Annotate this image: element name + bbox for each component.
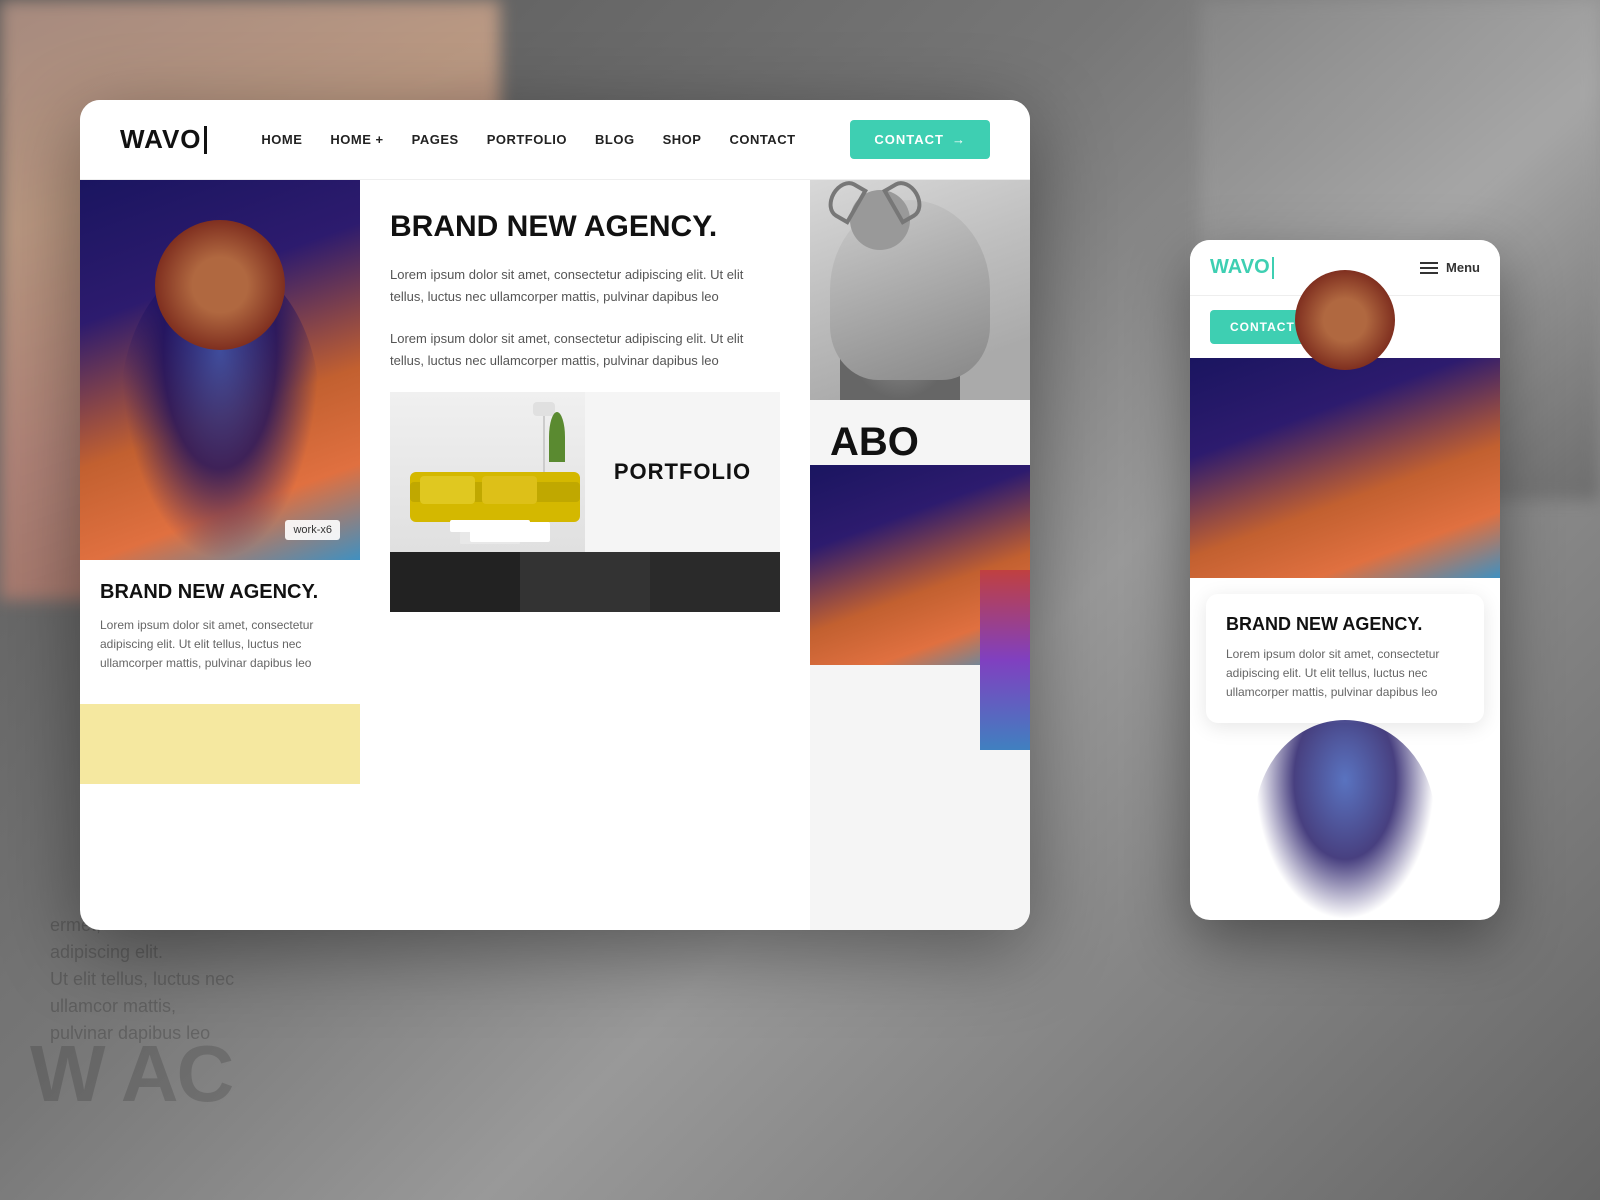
bg-sub3: Ut elit tellus, luctus nec xyxy=(50,969,234,990)
bg-sub2: adipiscing elit. xyxy=(50,942,234,963)
col-mid: BRAND NEW AGENCY. Lorem ipsum dolor sit … xyxy=(360,180,810,930)
left-bottom-content: BRAND NEW AGENCY. Lorem ipsum dolor sit … xyxy=(80,560,360,694)
bg-sub5: pulvinar dapibus leo xyxy=(50,1023,234,1044)
mobile-logo: WAVO xyxy=(1210,256,1274,279)
desktop-nav: WAVO HOME HOME + PAGES PORTFOLIO BLOG SH… xyxy=(80,100,1030,180)
nav-links: HOME HOME + PAGES PORTFOLIO BLOG SHOP CO… xyxy=(261,131,795,149)
grid-cell-2 xyxy=(520,552,650,612)
mobile-logo-cursor xyxy=(1272,257,1274,279)
left-brand-title: BRAND NEW AGENCY. xyxy=(100,580,340,604)
nav-item-shop[interactable]: SHOP xyxy=(663,131,702,149)
col-left: work-x6 BRAND NEW AGENCY. Lorem ipsum do… xyxy=(80,180,360,930)
desktop-content: work-x6 BRAND NEW AGENCY. Lorem ipsum do… xyxy=(80,180,1030,930)
bg-sub4: ullamcor mattis, xyxy=(50,996,234,1017)
logo-cursor xyxy=(204,126,207,154)
nav-item-home-plus[interactable]: HOME + xyxy=(330,131,383,149)
main-paragraph1: Lorem ipsum dolor sit amet, consectetur … xyxy=(390,264,780,308)
mobile-card-text: Lorem ipsum dolor sit amet, consectetur … xyxy=(1226,645,1464,703)
grid-cell-3 xyxy=(650,552,780,612)
mid-bottom-grid: PORTFOLIO xyxy=(390,392,780,552)
nav-item-contact[interactable]: CONTACT xyxy=(729,131,795,149)
about-partial-text: ABO xyxy=(810,400,1030,465)
left-yellow-block xyxy=(80,704,360,784)
nav-item-blog[interactable]: BLOG xyxy=(595,131,635,149)
desktop-mockup: WAVO HOME HOME + PAGES PORTFOLIO BLOG SH… xyxy=(80,100,1030,930)
sofa-image xyxy=(390,392,585,552)
main-title: BRAND NEW AGENCY. xyxy=(390,210,780,244)
desktop-logo: WAVO xyxy=(120,124,207,155)
nav-item-home[interactable]: HOME xyxy=(261,131,302,149)
work-badge: work-x6 xyxy=(285,520,340,540)
mobile-content-card: BRAND NEW AGENCY. Lorem ipsum dolor sit … xyxy=(1206,594,1484,723)
main-paragraph2: Lorem ipsum dolor sit amet, consectetur … xyxy=(390,328,780,372)
mobile-card-title: BRAND NEW AGENCY. xyxy=(1226,614,1464,635)
portfolio-label: PORTFOLIO xyxy=(585,392,780,552)
hamburger-icon xyxy=(1420,262,1438,274)
menu-label: Menu xyxy=(1446,260,1480,275)
hero-image-left: work-x6 xyxy=(80,180,360,560)
col-right: ABO xyxy=(810,180,1030,930)
nav-item-pages[interactable]: PAGES xyxy=(412,131,459,149)
grid-bottom-row xyxy=(390,552,780,612)
desktop-contact-button[interactable]: CONTACT → xyxy=(850,120,990,159)
bg-small-texts: ermet, adipiscing elit. Ut elit tellus, … xyxy=(50,915,234,1050)
abstract-image xyxy=(980,570,1030,750)
grid-cell-1 xyxy=(390,552,520,612)
ram-image xyxy=(810,180,1030,400)
mobile-hero-image xyxy=(1190,358,1500,578)
mobile-mockup: WAVO Menu CONTACT → BRAND NEW AGENCY. Lo… xyxy=(1190,240,1500,920)
left-brand-text: Lorem ipsum dolor sit amet, consectetur … xyxy=(100,616,340,674)
mobile-menu-button[interactable]: Menu xyxy=(1420,260,1480,275)
nav-item-portfolio[interactable]: PORTFOLIO xyxy=(487,131,567,149)
